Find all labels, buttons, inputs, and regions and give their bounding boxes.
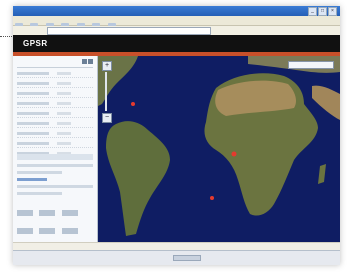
- details-line: [17, 164, 93, 167]
- panel-collapse-icon[interactable]: [82, 59, 87, 64]
- scroll-thumb[interactable]: [173, 255, 201, 261]
- action-button[interactable]: [61, 228, 78, 234]
- app-header: GPSR: [13, 35, 340, 52]
- zoom-control: + −: [101, 61, 112, 123]
- details-line: [17, 171, 62, 174]
- window-titlebar: _ □ ×: [13, 6, 340, 16]
- action-button[interactable]: [61, 210, 78, 216]
- map-view[interactable]: + −: [98, 56, 340, 242]
- list-item[interactable]: [17, 101, 93, 108]
- arabia-landmass: [312, 85, 340, 120]
- panel-header: [17, 59, 93, 68]
- browser-toolbar: [13, 16, 340, 29]
- world-map-svg: [98, 56, 340, 236]
- side-panel: [13, 56, 98, 250]
- list-item[interactable]: [17, 121, 93, 128]
- details-line: [17, 192, 62, 195]
- action-button[interactable]: [39, 210, 56, 216]
- action-button[interactable]: [39, 228, 56, 234]
- map-search-input[interactable]: [288, 61, 334, 69]
- panel-actions: [17, 206, 93, 242]
- address-input[interactable]: [47, 27, 211, 35]
- madagascar-landmass: [318, 164, 326, 184]
- list-item[interactable]: [17, 111, 93, 118]
- window-controls: _ □ ×: [308, 7, 337, 16]
- panel-details: [17, 154, 93, 199]
- map-marker: [131, 102, 135, 106]
- close-button[interactable]: ×: [328, 7, 337, 16]
- screen: _ □ × GPSR + −: [13, 6, 340, 265]
- list-item[interactable]: [17, 131, 93, 138]
- south-america-landmass: [106, 121, 170, 236]
- menu-bar: [15, 27, 18, 33]
- details-link[interactable]: [17, 178, 47, 181]
- zoom-out-button[interactable]: −: [102, 113, 112, 123]
- map-marker: [210, 196, 214, 200]
- panel-list: [17, 71, 93, 161]
- list-item[interactable]: [17, 141, 93, 148]
- list-item[interactable]: [17, 91, 93, 98]
- panel-controls: [82, 59, 93, 64]
- details-header: [17, 154, 93, 160]
- list-item[interactable]: [17, 71, 93, 78]
- action-button[interactable]: [17, 210, 33, 216]
- action-button[interactable]: [17, 228, 33, 234]
- bottom-scrollbar: [13, 250, 340, 265]
- app-logo: GPSR: [23, 39, 48, 48]
- panel-close-icon[interactable]: [88, 59, 93, 64]
- zoom-slider[interactable]: [105, 72, 107, 111]
- pointer-dotted-line: [0, 36, 14, 37]
- zoom-in-button[interactable]: +: [102, 61, 112, 71]
- details-line: [17, 185, 93, 188]
- maximize-button[interactable]: □: [318, 7, 327, 16]
- minimize-button[interactable]: _: [308, 7, 317, 16]
- list-item[interactable]: [17, 81, 93, 88]
- map-marker: [231, 151, 237, 157]
